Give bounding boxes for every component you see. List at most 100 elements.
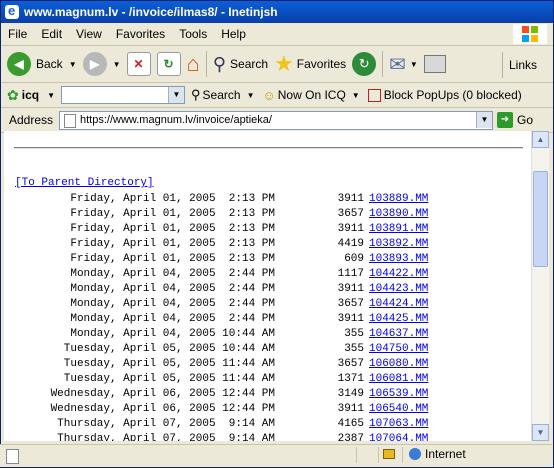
page-icon (64, 113, 76, 128)
history-icon: ↻ (352, 52, 377, 76)
forward-button[interactable]: ▶ ▼ (82, 52, 121, 76)
go-arrow-icon: ➜ (497, 112, 513, 128)
icq-search-dropdown-icon[interactable]: ▼ (247, 91, 255, 100)
file-link[interactable]: 104425.MM (369, 313, 428, 325)
file-link[interactable]: 106540.MM (369, 403, 428, 415)
icq-dropdown-icon[interactable]: ▼ (47, 91, 55, 100)
address-input[interactable]: https://www.magnum.lv/invoice/aptieka/ ▼ (59, 110, 493, 130)
print-button[interactable] (423, 55, 446, 73)
file-link[interactable]: 103890.MM (369, 208, 428, 220)
stop-icon: ✕ (126, 52, 151, 76)
file-link[interactable]: 103891.MM (369, 223, 428, 235)
file-link[interactable]: 103889.MM (369, 193, 428, 205)
address-dropdown-icon[interactable]: ▼ (476, 111, 492, 128)
search-label: Search (230, 57, 269, 71)
file-size: 4165 (337, 418, 364, 430)
icq-toolbar: ✿ icq ▼ ▼ ⚲ Search ▼ ☺ Now On ICQ ▼ Bloc… (1, 83, 553, 108)
file-link[interactable]: 106080.MM (369, 358, 428, 370)
star-icon: ★ (274, 51, 294, 76)
file-link[interactable]: 104423.MM (369, 283, 428, 295)
icq-search-label: Search (202, 88, 241, 102)
file-date: Monday, April 04, 2005 10:44 AM (70, 328, 275, 340)
file-link[interactable]: 104422.MM (369, 268, 428, 280)
popup-blocker-icon (367, 88, 381, 102)
icq-button[interactable]: icq (22, 88, 39, 102)
icq-search-dropdown-icon[interactable]: ▼ (168, 87, 184, 103)
scroll-down-button[interactable]: ▼ (532, 424, 549, 441)
stop-button[interactable]: ✕ (126, 52, 151, 76)
title-bar: www.magnum.lv - /invoice/ilmas8/ - Ineti… (1, 1, 553, 23)
status-page-icon (6, 449, 19, 464)
history-button[interactable]: ↻ (352, 52, 377, 76)
file-link[interactable]: 104424.MM (369, 298, 428, 310)
back-dropdown-icon[interactable]: ▼ (69, 60, 77, 69)
file-date: Thursday, April 07, 2005 9:14 AM (57, 418, 275, 430)
home-button[interactable]: ⌂ (187, 51, 200, 77)
search-icon: ⚲ (212, 53, 227, 74)
icq-search-input[interactable]: ▼ (61, 86, 185, 104)
refresh-button[interactable]: ↻ (156, 52, 181, 76)
home-icon: ⌂ (186, 51, 200, 76)
file-date: Tuesday, April 05, 2005 10:44 AM (63, 343, 275, 355)
menu-help[interactable]: Help (214, 27, 253, 41)
links-bar[interactable]: Links (502, 52, 553, 78)
address-url[interactable]: https://www.magnum.lv/invoice/aptieka/ (80, 114, 272, 126)
status-cell (356, 447, 377, 463)
file-link[interactable]: 107064.MM (369, 433, 428, 441)
toolbar-separator (205, 51, 207, 77)
ie-icon (5, 3, 19, 19)
globe-icon (409, 448, 421, 460)
go-button[interactable]: ➜ Go (497, 112, 533, 128)
menu-favorites[interactable]: Favorites (109, 27, 172, 41)
file-date: Monday, April 04, 2005 2:44 PM (70, 283, 275, 295)
file-date: Wednesday, April 06, 2005 12:44 PM (50, 403, 275, 415)
file-link[interactable]: 106539.MM (369, 388, 428, 400)
back-arrow-icon: ◀ (7, 52, 31, 76)
file-link[interactable]: 104750.MM (369, 343, 428, 355)
scroll-thumb[interactable] (533, 171, 548, 267)
vertical-scrollbar[interactable]: ▲ ▼ (531, 131, 549, 441)
icq-search-button[interactable]: ⚲ Search ▼ (191, 87, 254, 103)
page-content: [To Parent Directory] Friday, April 01, … (4, 131, 531, 441)
file-date: Friday, April 01, 2005 2:13 PM (70, 253, 275, 265)
file-date: Monday, April 04, 2005 2:44 PM (70, 313, 275, 325)
mail-dropdown-icon[interactable]: ▼ (410, 60, 418, 69)
file-date: Tuesday, April 05, 2005 11:44 AM (63, 358, 275, 370)
links-label[interactable]: Links (509, 58, 537, 72)
search-button[interactable]: ⚲ Search (213, 54, 268, 75)
block-popups-button[interactable]: Block PopUps (0 blocked) (367, 88, 522, 102)
scroll-up-button[interactable]: ▲ (532, 131, 549, 148)
search-icon: ⚲ (191, 87, 201, 102)
favorites-button[interactable]: ★ Favorites (274, 51, 346, 77)
file-size: 355 (344, 343, 364, 355)
file-size: 1117 (337, 268, 364, 280)
parent-directory-link[interactable]: [To Parent Directory] (15, 177, 154, 189)
menu-tools[interactable]: Tools (172, 27, 214, 41)
file-size: 3911 (337, 283, 364, 295)
back-button[interactable]: ◀ Back ▼ (7, 52, 77, 76)
file-link[interactable]: 104637.MM (369, 328, 428, 340)
file-link[interactable]: 103893.MM (369, 253, 428, 265)
forward-arrow-icon: ▶ (82, 52, 107, 76)
file-size: 3657 (337, 298, 364, 310)
mail-button[interactable]: ✉ ▼ (389, 52, 418, 77)
file-date: Friday, April 01, 2005 2:13 PM (70, 238, 275, 250)
file-size: 355 (344, 328, 364, 340)
forward-dropdown-icon[interactable]: ▼ (113, 60, 121, 69)
file-link[interactable]: 103892.MM (369, 238, 428, 250)
now-on-icq-label: Now On ICQ (277, 88, 346, 102)
file-size: 3149 (337, 388, 364, 400)
file-link[interactable]: 107063.MM (369, 418, 428, 430)
horizontal-rule (14, 147, 523, 149)
menu-file[interactable]: File (1, 27, 34, 41)
status-cell (378, 447, 401, 463)
menu-edit[interactable]: Edit (34, 27, 69, 41)
now-on-icq-button[interactable]: ☺ Now On ICQ ▼ (262, 88, 359, 103)
now-on-icq-dropdown-icon[interactable]: ▼ (352, 91, 360, 100)
file-link[interactable]: 106081.MM (369, 373, 428, 385)
menu-view[interactable]: View (69, 27, 109, 41)
zone-label: Internet (425, 447, 466, 461)
file-date: Monday, April 04, 2005 2:44 PM (70, 268, 275, 280)
block-popups-label: Block PopUps (0 blocked) (383, 88, 522, 102)
address-label: Address (9, 113, 54, 127)
